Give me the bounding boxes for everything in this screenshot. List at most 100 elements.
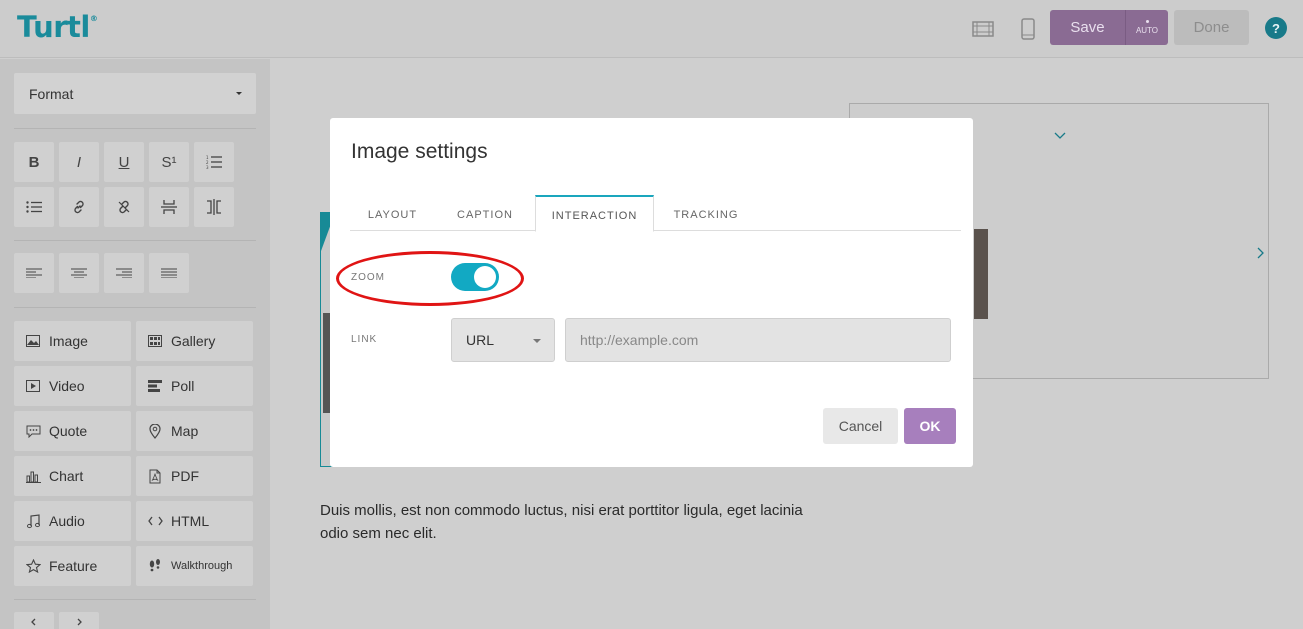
quote-icon (25, 423, 41, 439)
paragraph-text[interactable]: Duis mollis, est non commodo luctus, nis… (320, 499, 803, 522)
block-label: Walkthrough (171, 560, 233, 572)
add-chart-block-button[interactable]: Chart (14, 456, 131, 496)
format-dropdown[interactable]: Format (14, 73, 256, 114)
align-center-button[interactable] (59, 253, 99, 293)
arrow-left-icon (31, 618, 36, 626)
preview-image-strip (974, 229, 988, 319)
block-label: Feature (49, 558, 98, 574)
block-label: Map (171, 423, 199, 439)
add-image-block-button[interactable]: Image (14, 321, 131, 361)
add-map-block-button[interactable]: Map (136, 411, 253, 451)
done-button[interactable]: Done (1174, 10, 1249, 45)
block-label: Audio (49, 513, 85, 529)
superscript-button[interactable]: S¹ (149, 142, 189, 182)
chevron-right-icon[interactable] (1257, 247, 1265, 259)
block-label: HTML (171, 513, 210, 529)
paragraph-text-line2[interactable]: odio sem nec elit. (320, 522, 437, 545)
link-url-input[interactable] (565, 318, 951, 362)
add-audio-block-button[interactable]: Audio (14, 501, 131, 541)
chart-icon (25, 468, 41, 484)
poll-icon (147, 378, 163, 394)
pdf-icon (147, 468, 163, 484)
caret-down-icon (236, 92, 242, 95)
tab-layout[interactable]: LAYOUT (350, 195, 435, 231)
ok-button[interactable]: OK (904, 408, 956, 444)
add-video-block-button[interactable]: Video (14, 366, 131, 406)
align-right-button[interactable] (104, 253, 144, 293)
settings-tabs: LAYOUT CAPTION INTERACTION TRACKING (350, 195, 961, 232)
align-right-icon (116, 268, 132, 278)
block-label: Quote (49, 423, 88, 439)
block-label: Chart (49, 468, 84, 484)
link-icon (74, 200, 84, 214)
add-pdf-block-button[interactable]: PDF (136, 456, 253, 496)
highlight-annotation (336, 251, 524, 306)
caret-down-icon (533, 339, 541, 343)
autosave-dot-icon (1145, 20, 1149, 23)
align-justify-icon (161, 268, 177, 278)
block-label: Gallery (171, 333, 216, 349)
help-icon[interactable]: ? (1265, 17, 1287, 39)
bullet-list-icon (26, 201, 42, 213)
image-icon (25, 333, 41, 349)
unlink-icon (118, 200, 130, 214)
editor-sidebar: Format B I U S¹ 123 Image Gallery Video … (0, 59, 270, 629)
turtl-logo[interactable]: Turtl® (17, 10, 98, 44)
horizontal-rule-icon (161, 200, 177, 214)
insert-divider-button[interactable] (149, 187, 189, 227)
video-icon (25, 378, 41, 394)
bullet-list-button[interactable] (14, 187, 54, 227)
desktop-preview-icon[interactable] (972, 18, 994, 40)
block-label: Poll (171, 378, 195, 394)
redo-button[interactable] (59, 612, 99, 629)
column-break-button[interactable] (194, 187, 234, 227)
autosave-label: AUTO (1135, 26, 1159, 35)
block-label: Image (49, 333, 88, 349)
tab-caption[interactable]: CAPTION (444, 195, 526, 231)
link-button[interactable] (59, 187, 99, 227)
format-dropdown-label: Format (29, 86, 74, 102)
italic-button[interactable]: I (59, 142, 99, 182)
cancel-button[interactable]: Cancel (823, 408, 898, 444)
add-quote-block-button[interactable]: Quote (14, 411, 131, 451)
ordered-list-button[interactable]: 123 (194, 142, 234, 182)
code-icon (147, 513, 163, 529)
chevron-down-icon (1054, 132, 1066, 139)
align-center-icon (71, 268, 87, 278)
save-button[interactable]: Save (1050, 10, 1125, 45)
top-bar: Turtl® Save AUTO Done ? (0, 0, 1303, 58)
unlink-button[interactable] (104, 187, 144, 227)
footsteps-icon (147, 558, 163, 574)
bold-button[interactable]: B (14, 142, 54, 182)
divider (14, 240, 256, 241)
add-poll-block-button[interactable]: Poll (136, 366, 253, 406)
divider (14, 307, 256, 308)
add-gallery-block-button[interactable]: Gallery (136, 321, 253, 361)
undo-button[interactable] (14, 612, 54, 629)
column-break-icon (207, 199, 221, 215)
star-icon (25, 558, 41, 574)
align-justify-button[interactable] (149, 253, 189, 293)
map-pin-icon (147, 423, 163, 439)
gallery-icon (147, 333, 163, 349)
link-label: LINK (351, 334, 378, 345)
add-walkthrough-block-button[interactable]: Walkthrough (136, 546, 253, 586)
link-type-select[interactable]: URL (451, 318, 555, 362)
align-left-button[interactable] (14, 253, 54, 293)
autosave-toggle[interactable]: AUTO (1125, 10, 1168, 45)
tab-tracking[interactable]: TRACKING (663, 195, 749, 231)
arrow-right-icon (77, 618, 82, 626)
dialog-title: Image settings (351, 140, 488, 163)
add-feature-block-button[interactable]: Feature (14, 546, 131, 586)
tab-interaction[interactable]: INTERACTION (535, 195, 654, 232)
block-label: PDF (171, 468, 199, 484)
audio-icon (25, 513, 41, 529)
mobile-preview-icon[interactable] (1017, 18, 1039, 40)
align-left-icon (26, 268, 42, 278)
divider (14, 128, 256, 129)
block-label: Video (49, 378, 85, 394)
divider (14, 599, 256, 600)
add-html-block-button[interactable]: HTML (136, 501, 253, 541)
underline-button[interactable]: U (104, 142, 144, 182)
ordered-list-icon: 123 (206, 155, 222, 169)
